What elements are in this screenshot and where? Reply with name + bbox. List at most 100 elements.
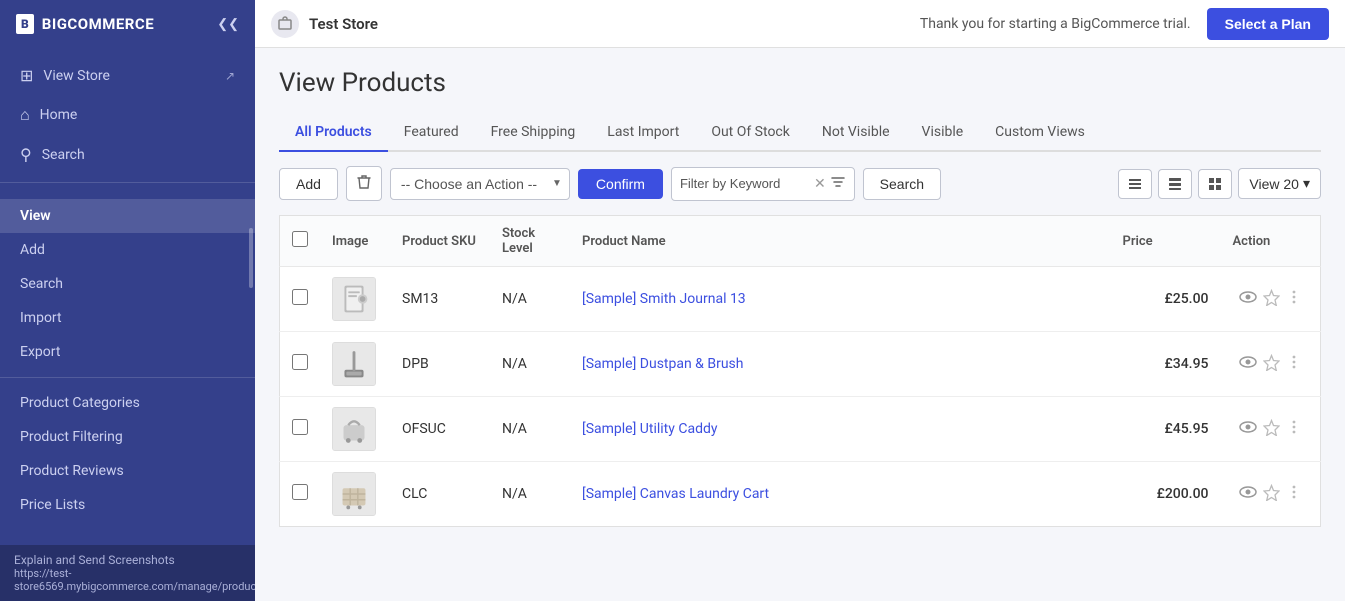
stock-level: N/A	[502, 291, 527, 307]
more-options-icon[interactable]	[1286, 289, 1302, 309]
table-row: CLC N/A [Sample] Canvas Laundry Cart £20…	[280, 462, 1321, 527]
select-all-checkbox[interactable]	[292, 231, 308, 247]
image-header: Image	[320, 216, 390, 267]
tab-visible[interactable]: Visible	[906, 114, 980, 152]
table-row: SM13 N/A [Sample] Smith Journal 13 £25.0…	[280, 267, 1321, 332]
sidebar-item-product-reviews[interactable]: Product Reviews	[0, 454, 255, 488]
view-count-label: View 20	[1249, 176, 1299, 192]
sidebar-nav-top: ⊞ View Store ↗ ⌂ Home ⚲ Search	[0, 48, 255, 183]
product-image	[332, 472, 376, 516]
select-all-header	[280, 216, 321, 267]
topbar-right: Thank you for starting a BigCommerce tri…	[920, 8, 1329, 40]
grid-icon	[1207, 176, 1223, 192]
row-checkbox[interactable]	[292, 419, 308, 435]
sidebar-item-search[interactable]: ⚲ Search	[0, 135, 255, 174]
tab-featured[interactable]: Featured	[388, 114, 475, 152]
products-table-container: Image Product SKU Stock Level Product Na…	[255, 215, 1345, 551]
select-plan-button[interactable]: Select a Plan	[1207, 8, 1329, 40]
row-actions-group	[1233, 483, 1309, 505]
product-image	[332, 342, 376, 386]
star-product-icon[interactable]	[1263, 484, 1280, 505]
sidebar-item-home[interactable]: ⌂ Home	[0, 95, 255, 135]
grid-view-button[interactable]	[1198, 169, 1232, 199]
list-view-button[interactable]	[1158, 169, 1192, 199]
sidebar-item-product-filtering[interactable]: Product Filtering	[0, 420, 255, 454]
more-options-icon[interactable]	[1286, 419, 1302, 439]
star-product-icon[interactable]	[1263, 289, 1280, 310]
product-sku: CLC	[402, 486, 427, 502]
view-product-icon[interactable]	[1239, 418, 1257, 440]
table-row: DPB N/A [Sample] Dustpan & Brush £34.95	[280, 332, 1321, 397]
page-header: View Products All Products Featured Free…	[255, 48, 1345, 152]
more-options-icon[interactable]	[1286, 354, 1302, 374]
row-stock-cell: N/A	[490, 332, 570, 397]
sidebar-item-import[interactable]: Import	[0, 301, 255, 335]
sidebar-item-export[interactable]: Export	[0, 335, 255, 369]
row-checkbox[interactable]	[292, 289, 308, 305]
logo-text: BIGCOMMERCE	[42, 15, 154, 33]
product-name-link[interactable]: [Sample] Canvas Laundry Cart	[582, 486, 769, 502]
row-price-cell: £34.95	[1111, 332, 1221, 397]
sku-header: Product SKU	[390, 216, 490, 267]
product-name-link[interactable]: [Sample] Dustpan & Brush	[582, 356, 744, 372]
list-icon	[1167, 176, 1183, 192]
stock-level: N/A	[502, 356, 527, 372]
sidebar-item-price-lists[interactable]: Price Lists	[0, 488, 255, 522]
footer-url: https://test-store6569.mybigcommerce.com…	[14, 567, 241, 593]
view-product-icon[interactable]	[1239, 353, 1257, 375]
tab-free-shipping[interactable]: Free Shipping	[475, 114, 592, 152]
star-product-icon[interactable]	[1263, 354, 1280, 375]
delete-button[interactable]	[346, 166, 382, 201]
product-sku: SM13	[402, 291, 438, 307]
more-options-icon[interactable]	[1286, 484, 1302, 504]
list-view-dense-button[interactable]	[1118, 169, 1152, 199]
sidebar-sub-label: Price Lists	[20, 497, 85, 513]
product-name-link[interactable]: [Sample] Utility Caddy	[582, 421, 717, 437]
row-stock-cell: N/A	[490, 397, 570, 462]
filter-options-icon[interactable]	[830, 174, 846, 194]
products-table: Image Product SKU Stock Level Product Na…	[279, 215, 1321, 527]
sidebar-item-view-store[interactable]: ⊞ View Store ↗	[0, 56, 255, 95]
row-sku-cell: SM13	[390, 267, 490, 332]
row-action-cell	[1221, 332, 1321, 397]
sidebar-item-label: Search	[42, 147, 85, 163]
row-stock-cell: N/A	[490, 267, 570, 332]
tab-all-products[interactable]: All Products	[279, 114, 388, 152]
search-button[interactable]: Search	[863, 168, 941, 200]
row-stock-cell: N/A	[490, 462, 570, 527]
view-options: View 20 ▾	[1118, 168, 1321, 199]
sidebar-item-search-products[interactable]: Search	[0, 267, 255, 301]
sidebar-sub-label: Product Categories	[20, 395, 140, 411]
sidebar-item-product-categories[interactable]: Product Categories	[0, 386, 255, 420]
action-select[interactable]: -- Choose an Action --	[390, 168, 570, 200]
view-product-icon[interactable]	[1239, 483, 1257, 505]
sidebar-item-view[interactable]: View	[0, 199, 255, 233]
row-checkbox[interactable]	[292, 484, 308, 500]
tab-custom-views[interactable]: Custom Views	[979, 114, 1101, 152]
star-product-icon[interactable]	[1263, 419, 1280, 440]
sidebar-scrollbar[interactable]	[249, 228, 253, 288]
filter-clear-icon[interactable]: ✕	[814, 176, 826, 192]
add-button[interactable]: Add	[279, 168, 338, 200]
row-checkbox[interactable]	[292, 354, 308, 370]
sidebar-section-label: Add	[20, 242, 45, 258]
tab-out-of-stock[interactable]: Out Of Stock	[695, 114, 806, 152]
confirm-button[interactable]: Confirm	[578, 169, 663, 199]
action-header: Action	[1221, 216, 1321, 267]
row-action-cell	[1221, 267, 1321, 332]
product-name-link[interactable]: [Sample] Smith Journal 13	[582, 291, 746, 307]
sidebar-item-add[interactable]: Add	[0, 233, 255, 267]
filter-keyword-input[interactable]	[680, 176, 810, 191]
sidebar-collapse-icon[interactable]: ❮❮	[217, 17, 239, 32]
tab-last-import[interactable]: Last Import	[591, 114, 695, 152]
tab-not-visible[interactable]: Not Visible	[806, 114, 906, 152]
sidebar-item-label: View Store	[43, 68, 110, 84]
view-count-button[interactable]: View 20 ▾	[1238, 168, 1321, 199]
product-sku: OFSUC	[402, 421, 446, 437]
filter-keyword-input-wrap: ✕	[671, 167, 855, 201]
sidebar-sub-section: Product Categories Product Filtering Pro…	[0, 377, 255, 530]
row-image-cell	[320, 397, 390, 462]
view-product-icon[interactable]	[1239, 288, 1257, 310]
row-sku-cell: DPB	[390, 332, 490, 397]
sidebar-logo: B BIGCOMMERCE ❮❮	[0, 0, 255, 48]
